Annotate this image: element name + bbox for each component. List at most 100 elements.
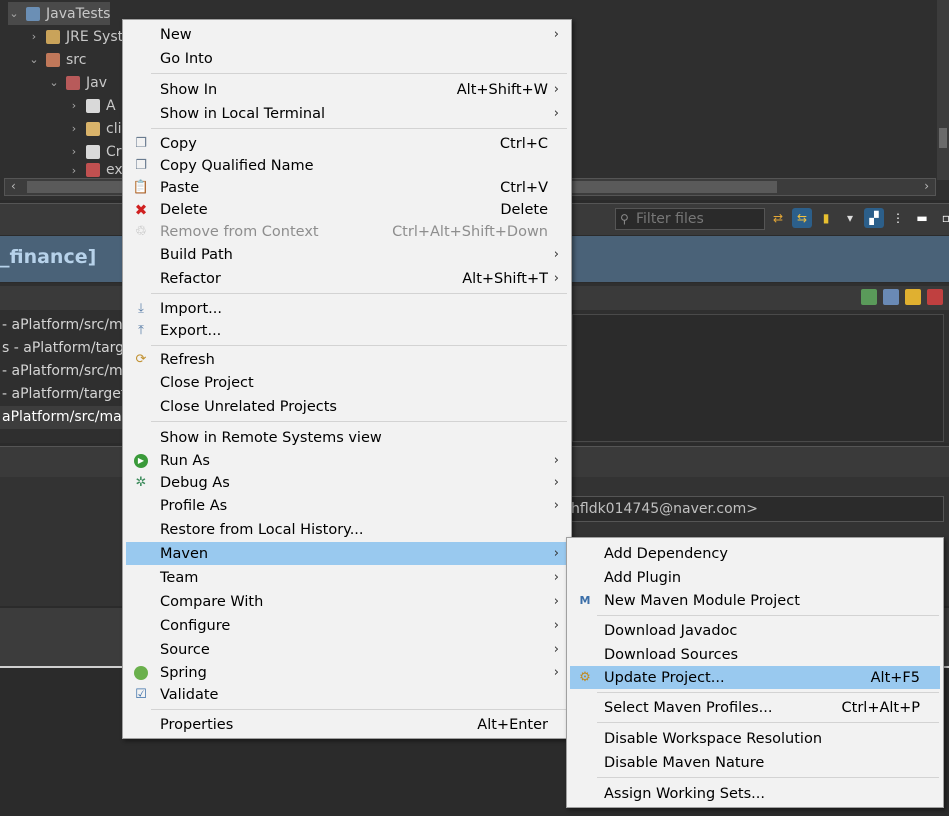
menu-item-copy[interactable]: ❐ Copy Ctrl+C (126, 132, 568, 155)
menu-item-label: Disable Workspace Resolution (604, 730, 823, 747)
menu-item-remove-from-context[interactable]: ♲ Remove from Context Ctrl+Alt+Shift+Dow… (126, 220, 568, 243)
menu-item-label: Go Into (160, 50, 213, 67)
menu-item-export[interactable]: ⤒ Export... (126, 319, 568, 342)
menu-item-close-project[interactable]: Close Project (126, 371, 568, 394)
menu-item-assign-working-sets[interactable]: Assign Working Sets... (570, 782, 940, 805)
menu-item-shortcut: Ctrl+Alt+P (841, 699, 920, 716)
menu-item-download-javadoc[interactable]: Download Javadoc (570, 619, 940, 642)
menu-item-disable-workspace-resolution[interactable]: Disable Workspace Resolution (570, 727, 940, 750)
menu-item-show-in-remote-systems[interactable]: Show in Remote Systems view (126, 426, 568, 449)
menu-item-show-in-local-terminal[interactable]: Show in Local Terminal › (126, 102, 568, 125)
author-email-field[interactable]: hfldk014745@naver.com> (566, 496, 944, 522)
menu-item-label: Show In (160, 81, 218, 98)
menu-item-build-path[interactable]: Build Path › (126, 243, 568, 266)
menu-item-properties[interactable]: Properties Alt+Enter (126, 713, 568, 736)
chevron-right-icon[interactable]: › (28, 30, 40, 43)
menu-item-restore-from-local-history[interactable]: Restore from Local History... (126, 518, 568, 541)
menu-item-disable-maven-nature[interactable]: Disable Maven Nature (570, 751, 940, 774)
result-row[interactable]: - aPlatform/target/ (0, 383, 131, 406)
tree-item-src[interactable]: ⌄ src (28, 48, 86, 71)
menu-item-paste[interactable]: 📋 Paste Ctrl+V (126, 176, 568, 199)
menu-item-copy-qualified-name[interactable]: ❐ Copy Qualified Name (126, 154, 568, 177)
edit-icon[interactable] (883, 289, 899, 305)
chevron-down-icon[interactable]: ⌄ (28, 53, 40, 66)
more-icon[interactable]: ⋮ (888, 208, 908, 228)
menu-item-update-project[interactable]: ⚙ Update Project... Alt+F5 (570, 666, 940, 689)
chevron-right-icon[interactable]: › (68, 99, 80, 112)
menu-item-close-unrelated-projects[interactable]: Close Unrelated Projects (126, 395, 568, 418)
menu-item-compare-with[interactable]: Compare With › (126, 590, 568, 613)
copy-icon: ❐ (135, 136, 147, 151)
menu-item-import[interactable]: ⤓ Import... (126, 297, 568, 320)
result-row[interactable]: - aPlatform/src/m (0, 360, 123, 383)
add-icon[interactable] (927, 289, 943, 305)
toolbar-icons: ⇄ ⇆ ▮ ▾ ▞ ⋮ ▬ ▫ (768, 208, 949, 228)
menu-item-team[interactable]: Team › (126, 566, 568, 589)
vertical-scrollbar[interactable] (937, 0, 949, 180)
tree-item-file[interactable]: › cli (68, 117, 122, 140)
export-icon: ⤒ (138, 323, 144, 338)
menu-item-delete[interactable]: ✖ Delete Delete (126, 198, 568, 221)
copy-qualified-icon: ❐ (135, 158, 147, 173)
minimize-icon[interactable]: ▬ (912, 208, 932, 228)
menu-item-add-dependency[interactable]: Add Dependency (570, 542, 940, 565)
menu-separator (597, 692, 939, 693)
scroll-right-icon[interactable]: › (924, 179, 929, 193)
tree-item-jre[interactable]: › JRE Syst (28, 25, 123, 48)
menu-item-label: Debug As (160, 474, 230, 491)
database-icon[interactable]: ▮ (816, 208, 836, 228)
dropdown-icon[interactable]: ▾ (840, 208, 860, 228)
menu-item-select-maven-profiles[interactable]: Select Maven Profiles... Ctrl+Alt+P (570, 696, 940, 719)
tree-item-file[interactable]: › A (68, 94, 116, 117)
sync-icon[interactable]: ⇄ (768, 208, 788, 228)
menu-item-label: Refresh (160, 351, 215, 368)
result-row[interactable]: - aPlatform/src/ma (0, 314, 131, 337)
menu-item-shortcut: Ctrl+V (500, 179, 548, 196)
results-list (572, 314, 944, 442)
chevron-down-icon[interactable]: ⌄ (8, 7, 20, 20)
menu-item-download-sources[interactable]: Download Sources (570, 643, 940, 666)
menu-item-spring[interactable]: Spring › (126, 661, 568, 684)
scrollbar-thumb[interactable] (939, 128, 947, 148)
submenu-arrow-icon: › (553, 546, 559, 561)
menu-item-add-plugin[interactable]: Add Plugin (570, 566, 940, 589)
chevron-right-icon[interactable]: › (68, 122, 80, 135)
filter-files-input[interactable]: ⚲ Filter files (615, 208, 765, 230)
result-row[interactable]: s - aPlatform/targe (0, 337, 133, 360)
tree-item-file[interactable]: › ex (68, 163, 123, 177)
layout-icon[interactable]: ▞ (864, 208, 884, 228)
scroll-left-icon[interactable]: ‹ (11, 179, 16, 193)
menu-item-configure[interactable]: Configure › (126, 614, 568, 637)
menu-item-new-maven-module-project[interactable]: M New Maven Module Project (570, 589, 940, 612)
menu-item-label: Restore from Local History... (160, 521, 364, 538)
menu-item-new[interactable]: New › (126, 23, 568, 46)
menu-item-debug-as[interactable]: ✲ Debug As › (126, 471, 568, 494)
sync-toggle-icon[interactable]: ⇆ (792, 208, 812, 228)
menu-item-maven[interactable]: Maven › (126, 542, 568, 565)
paste-icon: 📋 (132, 180, 150, 195)
chevron-down-icon[interactable]: ⌄ (48, 76, 60, 89)
menu-item-run-as[interactable]: ▶ Run As › (126, 449, 568, 472)
menu-item-refresh[interactable]: ⟳ Refresh (126, 348, 568, 371)
tree-item-project[interactable]: ⌄ JavaTests (8, 2, 111, 25)
menu-item-go-into[interactable]: Go Into (126, 47, 568, 70)
menu-item-profile-as[interactable]: Profile As › (126, 494, 568, 517)
result-row[interactable]: aPlatform/src/ma (0, 406, 125, 429)
chevron-right-icon[interactable]: › (68, 164, 80, 177)
chevron-right-icon[interactable]: › (68, 145, 80, 158)
menu-item-validate[interactable]: ☑ Validate (126, 683, 568, 706)
menu-item-refactor[interactable]: Refactor Alt+Shift+T › (126, 267, 568, 290)
menu-item-label: Update Project... (604, 669, 725, 686)
menu-item-show-in[interactable]: Show In Alt+Shift+W › (126, 78, 568, 101)
tree-item-label: Jav (86, 74, 107, 91)
maximize-icon[interactable]: ▫ (936, 208, 949, 228)
tree-item-package[interactable]: ⌄ Jav (48, 71, 107, 94)
maven-submenu: Add Dependency Add Plugin M New Maven Mo… (566, 537, 944, 808)
tree-item-file[interactable]: › Cr (68, 140, 122, 163)
lock-icon[interactable] (905, 289, 921, 305)
menu-item-source[interactable]: Source › (126, 638, 568, 661)
export-icon[interactable] (861, 289, 877, 305)
menu-item-label: Run As (160, 452, 210, 469)
menu-separator (151, 421, 567, 422)
context-menu: New › Go Into Show In Alt+Shift+W › Show… (122, 19, 572, 739)
